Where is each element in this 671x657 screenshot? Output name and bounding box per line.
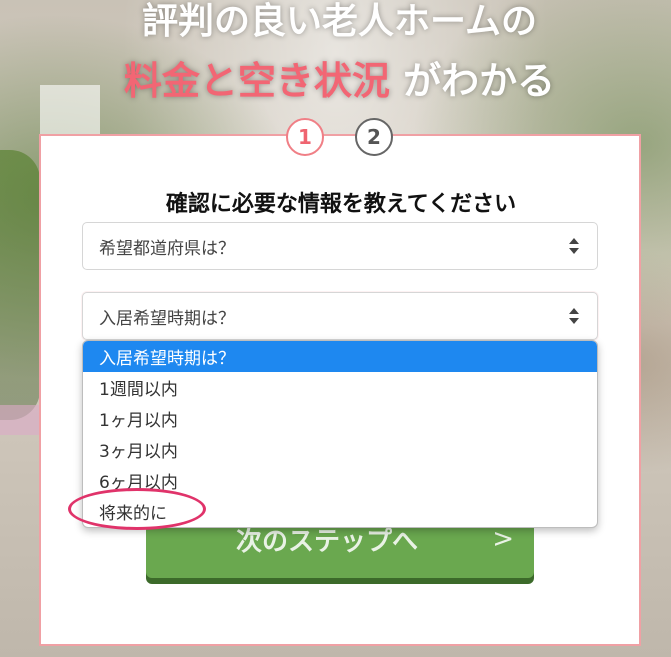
move-in-timing-select[interactable]: 入居希望時期は？: [82, 292, 598, 340]
dropdown-option[interactable]: 入居希望時期は？: [83, 341, 597, 372]
highlight-annotation-circle: [68, 488, 206, 530]
select-arrows-icon: [569, 238, 579, 254]
bg-plant: [0, 150, 40, 420]
headline-highlight: 料金と空き状況: [123, 59, 390, 103]
select-arrows-icon: [569, 308, 579, 324]
prefecture-select[interactable]: 希望都道府県は？: [82, 222, 598, 270]
step-1-indicator: 1: [286, 118, 324, 156]
headline-rest: がわかる: [389, 59, 556, 103]
chevron-right-icon: >: [492, 524, 514, 554]
dropdown-option[interactable]: 1ヶ月以内: [83, 403, 597, 434]
headline-line1: 評判の良い老人ホームの: [142, 1, 537, 42]
prefecture-select-value: 希望都道府県は？: [99, 238, 235, 259]
dropdown-option[interactable]: 1週間以内: [83, 372, 597, 403]
dropdown-option[interactable]: 3ヶ月以内: [83, 434, 597, 465]
move-in-select-value: 入居希望時期は？: [99, 308, 235, 329]
form-title: 確認に必要な情報を教えてください: [165, 192, 517, 217]
headline-line2: 料金と空き状況 がわかる: [4, 50, 671, 105]
bg-shelf: [0, 405, 40, 435]
step-2-indicator: 2: [355, 118, 393, 156]
